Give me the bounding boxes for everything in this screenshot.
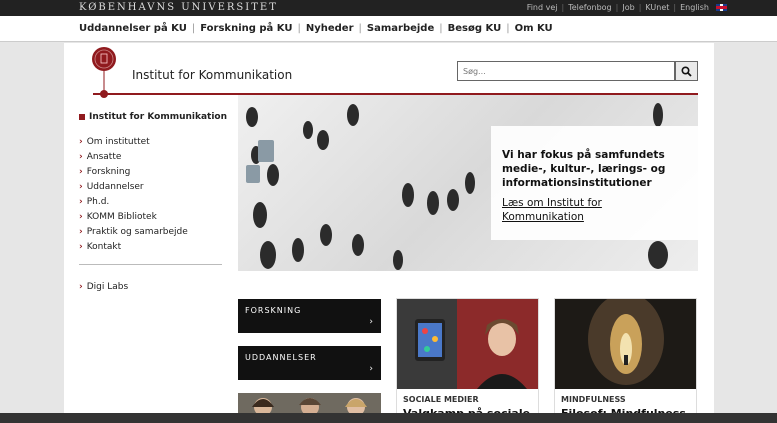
chevron-right-icon: ›: [79, 181, 83, 192]
header-divider-dot: [100, 90, 108, 98]
sidebar-item-label: KOMM Bibliotek: [86, 211, 157, 222]
sidebar-item-label: Forskning: [86, 166, 131, 177]
education-tile[interactable]: UDDANNELSER ›: [238, 346, 381, 380]
nav-nyheder[interactable]: Nyheder: [301, 23, 359, 34]
sidebar-item-forskning[interactable]: › Forskning: [79, 164, 188, 179]
chevron-right-icon: ›: [79, 281, 83, 292]
ku-seal-logo[interactable]: [79, 47, 119, 97]
chevron-right-icon: ›: [79, 196, 83, 207]
institute-title[interactable]: Institut for Kommunikation: [132, 68, 292, 82]
sidebar-item-label: Ph.d.: [86, 196, 110, 207]
hero-heading: Vi har fokus på samfundets medie-, kultu…: [502, 149, 666, 189]
search-button[interactable]: [675, 61, 698, 81]
nav-uddannelser[interactable]: Uddannelser på KU: [79, 23, 192, 34]
sidebar-item-praktik[interactable]: › Praktik og samarbejde: [79, 224, 188, 239]
news-image-politician: [397, 299, 538, 389]
chevron-right-icon: ›: [79, 211, 83, 222]
sidebar-divider: [79, 264, 222, 265]
sidebar-item-komm-bibliotek[interactable]: › KOMM Bibliotek: [79, 209, 188, 224]
research-tile[interactable]: FORSKNING ›: [238, 299, 381, 333]
chevron-right-icon: ›: [369, 317, 373, 327]
sidebar-item-label: Uddannelser: [86, 181, 144, 192]
university-name[interactable]: KØBENHAVNS UNIVERSITET: [79, 2, 278, 13]
news-card-mindfulness[interactable]: MINDFULNESS Filosof: Mindfulness: [554, 298, 697, 423]
sidebar-list: › Om instituttet › Ansatte › Forskning › Udd…: [79, 134, 188, 254]
news-card-sociale-medier[interactable]: SOCIALE MEDIER Valgkamp på sociale: [396, 298, 539, 423]
search-form: [457, 61, 698, 81]
sidebar-item-uddannelser[interactable]: › Uddannelser: [79, 179, 188, 194]
chevron-right-icon: ›: [369, 364, 373, 374]
research-tile-label: FORSKNING: [245, 306, 302, 315]
news-tag: MINDFULNESS: [561, 395, 626, 404]
hero-read-more-link[interactable]: Læs om Institut for Kommunikation: [502, 196, 662, 224]
kunet-link[interactable]: KUnet: [641, 3, 673, 12]
sidebar-item-label: Praktik og samarbejde: [86, 226, 188, 237]
chevron-right-icon: ›: [79, 226, 83, 237]
uk-flag-icon[interactable]: [716, 4, 727, 11]
sidebar-item-kontakt[interactable]: › Kontakt: [79, 239, 188, 254]
sidebar-heading-label: Institut for Kommunikation: [89, 112, 228, 122]
top-links: Find vej | Telefonbog | Job | KUnet | Englis…: [523, 3, 727, 12]
sidebar-item-label: Ansatte: [86, 151, 122, 162]
chevron-right-icon: ›: [79, 241, 83, 252]
sidebar-extra: › Digi Labs: [79, 279, 128, 294]
sidebar-item-digi-labs[interactable]: › Digi Labs: [79, 279, 128, 294]
main-nav: Uddannelser på KU | Forskning på KU | Nyhe…: [0, 16, 777, 42]
nav-om-ku[interactable]: Om KU: [510, 23, 558, 34]
sidebar-heading[interactable]: Institut for Kommunikation: [79, 112, 227, 122]
english-link[interactable]: English: [676, 3, 713, 12]
sidebar-item-label: Kontakt: [86, 241, 122, 252]
chevron-right-icon: ›: [79, 151, 83, 162]
job-link[interactable]: Job: [618, 3, 638, 12]
sidebar-item-label: Digi Labs: [86, 281, 129, 292]
square-bullet-icon: [79, 114, 85, 120]
bottom-bar: [0, 413, 777, 423]
nav-besoeg-ku[interactable]: Besøg KU: [443, 23, 507, 34]
sidebar-item-phd[interactable]: › Ph.d.: [79, 194, 188, 209]
search-input[interactable]: [457, 61, 675, 81]
news-image-mindfulness: [555, 299, 696, 389]
sidebar-item-label: Om instituttet: [86, 136, 150, 147]
telefonbog-link[interactable]: Telefonbog: [564, 3, 615, 12]
news-tag: SOCIALE MEDIER: [403, 395, 479, 404]
sidebar-item-om-instituttet[interactable]: › Om instituttet: [79, 134, 188, 149]
search-icon: [681, 65, 692, 77]
education-tile-label: UDDANNELSER: [245, 353, 317, 362]
find-vej-link[interactable]: Find vej: [523, 3, 562, 12]
nav-forskning[interactable]: Forskning på KU: [195, 23, 297, 34]
sidebar-item-ansatte[interactable]: › Ansatte: [79, 149, 188, 164]
chevron-right-icon: ›: [79, 136, 83, 147]
chevron-right-icon: ›: [79, 166, 83, 177]
nav-samarbejde[interactable]: Samarbejde: [362, 23, 439, 34]
